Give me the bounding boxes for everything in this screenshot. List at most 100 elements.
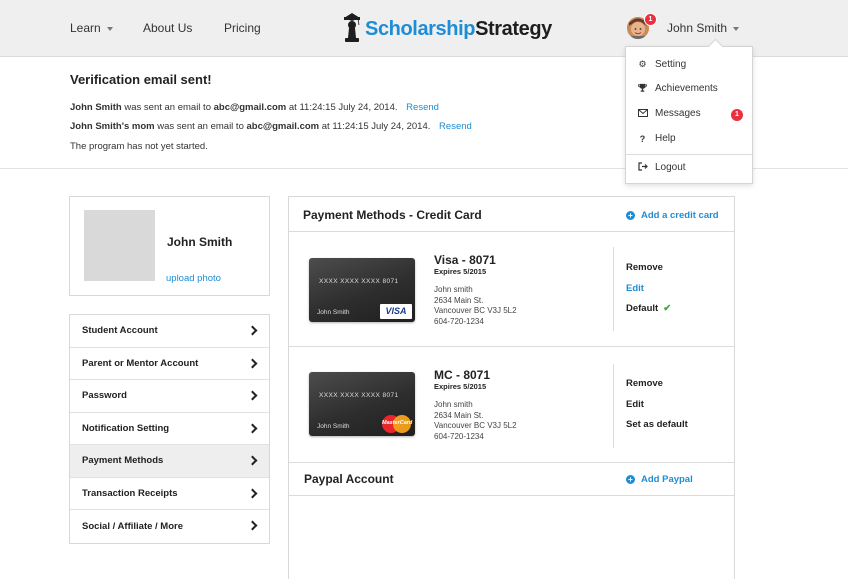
notification-badge: 1 (644, 13, 657, 26)
chevron-right-icon (247, 423, 258, 433)
menu-item-label: Social / Affiliate / More (82, 520, 184, 532)
payment-methods-panel: Payment Methods - Credit Card + Add a cre… (288, 196, 735, 579)
address-line: 2634 Main St. (434, 410, 484, 420)
dropdown-item-achievements[interactable]: Achievements (637, 83, 747, 94)
edit-card-button[interactable]: Edit (626, 283, 644, 294)
remove-card-button[interactable]: Remove (626, 378, 663, 389)
menu-item-label: Parent or Mentor Account (82, 357, 199, 369)
card-number: XXXX XXXX XXXX 8071 (319, 392, 399, 399)
logo-text: ScholarshipStrategy (365, 18, 552, 41)
nav-about-us[interactable]: About Us (143, 21, 192, 35)
address-line: John smith (434, 285, 473, 294)
chevron-right-icon (247, 455, 258, 466)
resend-link[interactable]: Resend (406, 102, 439, 113)
logout-icon (637, 162, 648, 173)
add-credit-card-label: Add a credit card (641, 210, 719, 221)
panel-divider (289, 495, 734, 496)
program-status-text: The program has not yet started. (70, 141, 208, 152)
add-paypal-label: Add Paypal (641, 474, 693, 485)
card-holder-name: John Smith (317, 309, 350, 316)
menu-item-label: Student Account (82, 325, 158, 337)
address-line: Vancouver BC V3J 5L2 (434, 421, 517, 430)
menu-item-payment-methods[interactable]: Payment Methods (70, 445, 269, 478)
menu-item-password[interactable]: Password (70, 380, 269, 413)
resend-link[interactable]: Resend (439, 121, 472, 132)
billing-address: John smith 2634 Main St. Vancouver BC V3… (434, 400, 517, 442)
trophy-icon (637, 83, 648, 94)
notice-line-mom: John Smith's mom was sent an email to ab… (70, 121, 472, 132)
notice-recipient: John Smith (70, 102, 122, 113)
mastercard-logo-text: MasterCard (382, 420, 413, 426)
question-icon: ? (639, 133, 646, 144)
address-line: 2634 Main St. (434, 295, 484, 305)
card-actions-divider (613, 364, 614, 448)
card-title: Visa - 8071 (434, 253, 496, 267)
notice-email: abc@gmail.com (246, 121, 320, 132)
address-line: John smith (434, 400, 473, 409)
dropdown-item-label: Achievements (655, 83, 718, 94)
address-line: 604-720-1234 (434, 431, 484, 441)
chevron-down-icon (106, 26, 113, 31)
chevron-right-icon (247, 325, 258, 336)
chess-king-icon (344, 13, 360, 42)
dropdown-item-label: Help (655, 133, 676, 144)
card-title: MC - 8071 (434, 368, 491, 382)
panel-divider (289, 346, 734, 347)
menu-item-transaction-receipts[interactable]: Transaction Receipts (70, 478, 269, 510)
notice-email: abc@gmail.com (213, 102, 287, 113)
chevron-right-icon (247, 488, 258, 498)
envelope-icon (637, 108, 648, 119)
card-holder-name: John Smith (317, 423, 350, 430)
menu-item-notification-setting[interactable]: Notification Setting (70, 413, 269, 445)
menu-item-label: Password (82, 390, 127, 402)
panel-divider (289, 462, 734, 463)
notice-text: was sent an email to (121, 102, 214, 113)
visa-card-image: XXXX XXXX XXXX 8071 John Smith VISA (309, 258, 415, 322)
plus-circle-icon: + (626, 475, 635, 484)
address-line: 604-720-1234 (434, 316, 484, 326)
menu-item-student-account[interactable]: Student Account (70, 315, 269, 348)
billing-address: John smith 2634 Main St. Vancouver BC V3… (434, 285, 517, 327)
menu-item-social-affiliate-more[interactable]: Social / Affiliate / More (70, 510, 269, 543)
site-logo[interactable]: ScholarshipStrategy (343, 12, 552, 46)
payment-methods-title: Payment Methods - Credit Card (303, 208, 482, 222)
card-number: XXXX XXXX XXXX 8071 (319, 278, 399, 285)
set-default-card-button[interactable]: Set as default (626, 419, 688, 430)
dropdown-item-help[interactable]: ? Help (637, 133, 747, 144)
chevron-right-icon (247, 358, 258, 368)
plus-circle-icon: + (626, 211, 635, 220)
mastercard-logo-icon: MasterCard (382, 415, 413, 433)
card-expiry: Expires 5/2015 (434, 382, 487, 391)
menu-item-label: Payment Methods (82, 455, 164, 467)
chevron-right-icon (247, 390, 258, 401)
menu-item-label: Transaction Receipts (82, 487, 178, 499)
default-card-status: Default ✔ (626, 303, 671, 314)
user-name-label: John Smith (667, 21, 728, 35)
logo-text-part1: Scholarship (365, 17, 476, 40)
menu-item-parent-mentor-account[interactable]: Parent or Mentor Account (70, 348, 269, 380)
notice-line-student: John Smith was sent an email to abc@gmai… (70, 102, 439, 113)
nav-pricing[interactable]: Pricing (224, 21, 261, 35)
edit-card-button[interactable]: Edit (626, 399, 644, 410)
profile-card: John Smith upload photo (69, 196, 270, 296)
default-label: Default (626, 303, 659, 314)
add-paypal-button[interactable]: + Add Paypal (626, 474, 693, 485)
add-credit-card-button[interactable]: + Add a credit card (626, 210, 719, 221)
menu-item-label: Notification Setting (82, 422, 170, 434)
profile-photo-placeholder[interactable] (84, 210, 155, 281)
dropdown-item-label: Messages (655, 108, 701, 119)
notice-timestamp: at 11:24:15 July 24, 2014. (319, 121, 431, 132)
notice-recipient: John Smith's mom (70, 121, 155, 132)
dropdown-item-logout[interactable]: Logout (637, 162, 747, 173)
panel-divider (289, 231, 734, 232)
user-menu-toggle[interactable]: John Smith (667, 21, 740, 35)
dropdown-item-setting[interactable]: ⚙ Setting (637, 59, 747, 70)
remove-card-button[interactable]: Remove (626, 262, 663, 273)
notice-timestamp: at 11:24:15 July 24, 2014. (286, 102, 398, 113)
nav-learn-label: Learn (70, 21, 101, 35)
card-actions-divider (613, 247, 614, 331)
logo-text-part2: Strategy (475, 17, 552, 40)
nav-learn-menu[interactable]: Learn (70, 21, 113, 35)
messages-badge: 1 (731, 109, 743, 121)
upload-photo-link[interactable]: upload photo (166, 273, 221, 284)
